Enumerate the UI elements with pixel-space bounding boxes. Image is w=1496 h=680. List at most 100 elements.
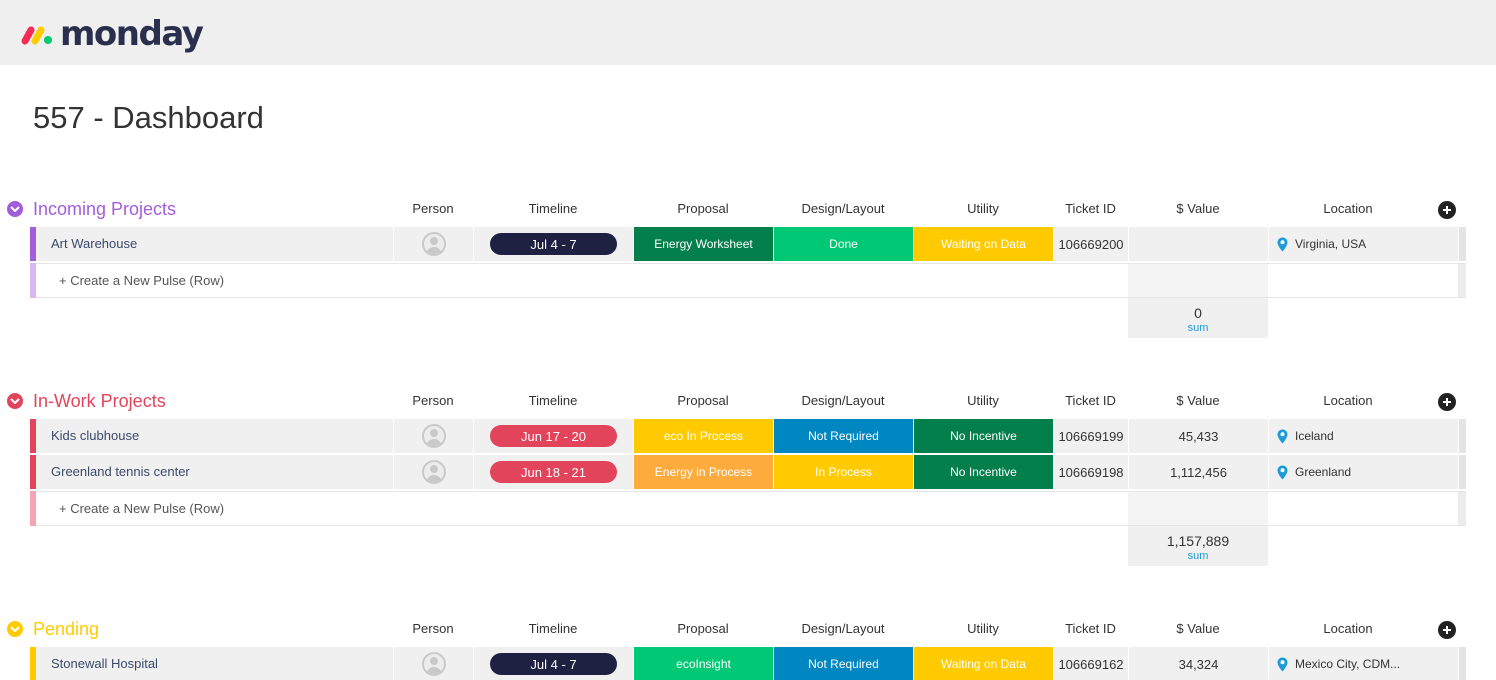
column-header-proposal[interactable]: Proposal [633, 392, 773, 410]
proposal-cell[interactable]: ecoInsight [633, 647, 773, 680]
pulse-name[interactable]: Kids clubhouse [51, 419, 139, 453]
group-title[interactable]: Incoming Projects [33, 196, 176, 222]
row-menu-handle[interactable] [1458, 227, 1466, 261]
person-cell[interactable] [393, 647, 473, 680]
group-in-work-projects: In-Work Projects Person Timeline Proposa… [0, 386, 1496, 572]
group-title[interactable]: In-Work Projects [33, 388, 166, 414]
create-pulse-row[interactable]: + Create a New Pulse (Row) [30, 263, 1466, 298]
chevron-down-icon [10, 626, 20, 632]
column-header-utility[interactable]: Utility [913, 200, 1053, 218]
person-cell[interactable] [393, 227, 473, 261]
location-cell[interactable]: Mexico City, CDM... [1268, 647, 1428, 680]
pulse-name[interactable]: Art Warehouse [51, 227, 137, 261]
group-header: Incoming Projects Person Timeline Propos… [0, 194, 1496, 224]
row-menu-handle[interactable] [1458, 455, 1466, 489]
location-cell[interactable]: Iceland [1268, 419, 1428, 453]
value-cell[interactable]: 45,433 [1128, 419, 1268, 453]
column-header-proposal[interactable]: Proposal [633, 620, 773, 638]
timeline-cell[interactable]: Jun 17 - 20 [473, 419, 633, 453]
create-pulse-row[interactable]: + Create a New Pulse (Row) [30, 491, 1466, 526]
sum-value: 1,157,889 [1166, 533, 1230, 549]
row-menu-handle[interactable] [1458, 647, 1466, 680]
column-header-design-layout[interactable]: Design/Layout [773, 200, 913, 218]
proposal-status: ecoInsight [634, 647, 773, 680]
plus-icon [1443, 626, 1451, 634]
column-header-utility[interactable]: Utility [913, 620, 1053, 638]
proposal-cell[interactable]: eco In Process [633, 419, 773, 453]
ticket-id-cell[interactable]: 106669200 [1053, 227, 1128, 261]
column-header-location[interactable]: Location [1268, 620, 1428, 638]
column-header-value[interactable]: $ Value [1128, 392, 1268, 410]
column-header-utility[interactable]: Utility [913, 392, 1053, 410]
chevron-down-icon [10, 206, 20, 212]
column-header-proposal[interactable]: Proposal [633, 200, 773, 218]
person-avatar-icon [421, 460, 446, 484]
column-header-value[interactable]: $ Value [1128, 200, 1268, 218]
timeline-cell[interactable]: Jun 18 - 21 [473, 455, 633, 489]
utility-cell[interactable]: Waiting on Data [913, 647, 1053, 680]
plus-icon [1443, 206, 1451, 214]
column-header-design-layout[interactable]: Design/Layout [773, 620, 913, 638]
location-text: Mexico City, CDM... [1295, 657, 1401, 671]
person-cell[interactable] [393, 455, 473, 489]
create-pulse-label[interactable]: + Create a New Pulse (Row) [59, 264, 224, 297]
monday-logo[interactable]: monday [20, 14, 204, 54]
design-cell[interactable]: Not Required [773, 419, 913, 453]
design-cell[interactable]: Done [773, 227, 913, 261]
location-text: Greenland [1295, 465, 1352, 479]
utility-cell[interactable]: No Incentive [913, 419, 1053, 453]
column-header-value[interactable]: $ Value [1128, 620, 1268, 638]
value-cell[interactable] [1128, 227, 1268, 261]
column-header-person[interactable]: Person [393, 200, 473, 218]
timeline-cell[interactable]: Jul 4 - 7 [473, 227, 633, 261]
column-header-person[interactable]: Person [393, 620, 473, 638]
person-avatar-icon [421, 232, 446, 256]
value-cell[interactable]: 34,324 [1128, 647, 1268, 680]
add-column-button[interactable] [1438, 201, 1456, 219]
group-collapse-toggle[interactable] [7, 393, 23, 409]
column-header-ticket-id[interactable]: Ticket ID [1053, 392, 1128, 410]
column-header-design-layout[interactable]: Design/Layout [773, 392, 913, 410]
design-cell[interactable]: Not Required [773, 647, 913, 680]
sum-value: 0 [1194, 305, 1202, 321]
add-column-button[interactable] [1438, 621, 1456, 639]
pulse-name[interactable]: Greenland tennis center [51, 455, 190, 489]
column-header-ticket-id[interactable]: Ticket ID [1053, 200, 1128, 218]
add-column-button[interactable] [1438, 393, 1456, 411]
table-row[interactable]: Art Warehouse Jul 4 - 7 Energy Worksheet… [30, 227, 1466, 261]
utility-cell[interactable]: No Incentive [913, 455, 1053, 489]
group-collapse-toggle[interactable] [7, 621, 23, 637]
timeline-cell[interactable]: Jul 4 - 7 [473, 647, 633, 680]
group-collapse-toggle[interactable] [7, 201, 23, 217]
column-header-timeline[interactable]: Timeline [473, 392, 633, 410]
utility-cell[interactable]: Waiting on Data [913, 227, 1053, 261]
column-header-timeline[interactable]: Timeline [473, 620, 633, 638]
proposal-cell[interactable]: Energy in Process [633, 455, 773, 489]
design-cell[interactable]: In Process [773, 455, 913, 489]
group-title[interactable]: Pending [33, 616, 99, 642]
column-header-person[interactable]: Person [393, 392, 473, 410]
column-header-location[interactable]: Location [1268, 200, 1428, 218]
table-row[interactable]: Stonewall Hospital Jul 4 - 7 ecoInsight … [30, 647, 1466, 680]
person-cell[interactable] [393, 419, 473, 453]
table-row[interactable]: Greenland tennis center Jun 18 - 21 Ener… [30, 455, 1466, 489]
timeline-pill: Jul 4 - 7 [490, 233, 617, 255]
ticket-id-cell[interactable]: 106669162 [1053, 647, 1128, 680]
create-pulse-label[interactable]: + Create a New Pulse (Row) [59, 492, 224, 525]
ticket-id-cell[interactable]: 106669199 [1053, 419, 1128, 453]
location-cell[interactable]: Greenland [1268, 455, 1428, 489]
column-header-location[interactable]: Location [1268, 392, 1428, 410]
column-header-ticket-id[interactable]: Ticket ID [1053, 620, 1128, 638]
proposal-cell[interactable]: Energy Worksheet [633, 227, 773, 261]
pulse-name[interactable]: Stonewall Hospital [51, 647, 158, 680]
location-cell[interactable]: Virginia, USA [1268, 227, 1428, 261]
row-color-bar [30, 419, 36, 453]
column-header-timeline[interactable]: Timeline [473, 200, 633, 218]
chevron-down-icon [10, 398, 20, 404]
person-avatar-icon [421, 652, 446, 676]
table-row[interactable]: Kids clubhouse Jun 17 - 20 eco In Proces… [30, 419, 1466, 453]
ticket-id-cell[interactable]: 106669198 [1053, 455, 1128, 489]
row-menu-handle[interactable] [1458, 419, 1466, 453]
group-incoming-projects: Incoming Projects Person Timeline Propos… [0, 194, 1496, 344]
value-cell[interactable]: 1,112,456 [1128, 455, 1268, 489]
